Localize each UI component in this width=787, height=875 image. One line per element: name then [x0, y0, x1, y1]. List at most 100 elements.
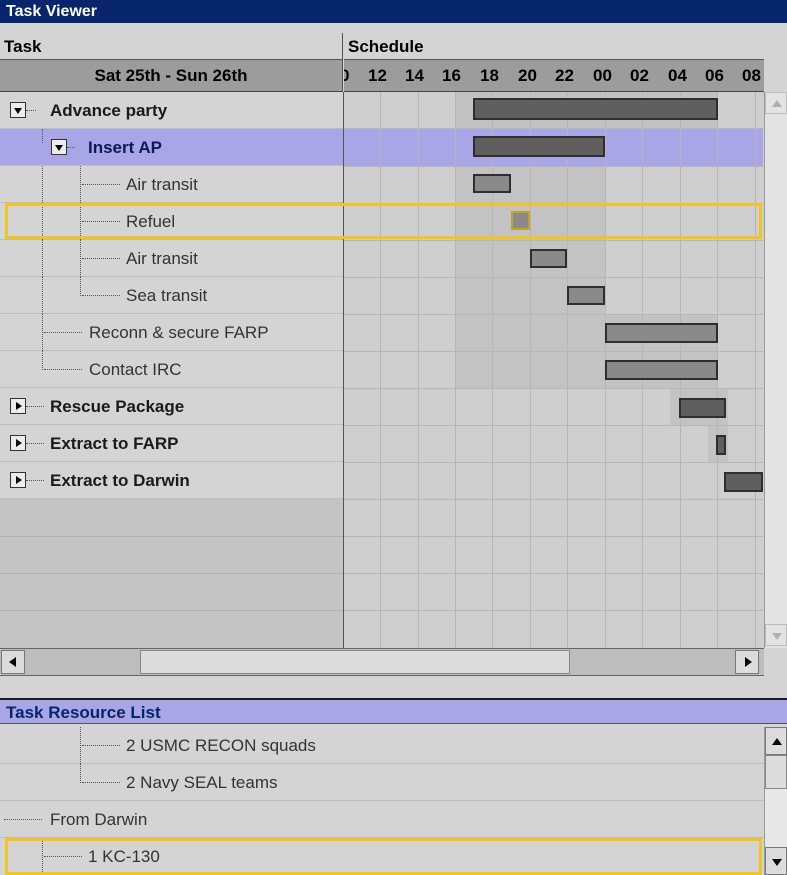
grid-line: [455, 92, 456, 648]
time-tick: 18: [480, 66, 499, 85]
scroll-down-button[interactable]: [765, 624, 787, 646]
time-tick: 14: [405, 66, 424, 85]
time-tick: 12: [368, 66, 387, 85]
task-row-contact-irc[interactable]: Contact IRC: [0, 351, 343, 388]
grid-hline: [344, 203, 763, 204]
tree-connector: [42, 240, 44, 277]
arrow-up-icon: [772, 738, 782, 745]
collapse-toggle[interactable]: [51, 139, 67, 155]
grid-line: [418, 92, 419, 648]
gantt-bar-refuel[interactable]: [511, 211, 530, 230]
task-row-refuel[interactable]: Refuel: [0, 203, 343, 240]
title-gap: [0, 23, 787, 33]
expand-toggle[interactable]: [10, 435, 26, 451]
task-row-reconn-secure-farp[interactable]: Reconn & secure FARP: [0, 314, 343, 351]
task-label: Advance party: [50, 101, 168, 120]
grid-hline: [344, 573, 763, 574]
task-label: Extract to FARP: [50, 434, 179, 453]
expand-toggle[interactable]: [10, 398, 26, 414]
tree-connector: [80, 764, 82, 783]
time-tick: 06: [705, 66, 724, 85]
scroll-up-button[interactable]: [765, 92, 787, 114]
chevron-down-icon: [14, 108, 22, 114]
gantt-bar-rescue-package[interactable]: [679, 398, 726, 418]
task-label: Refuel: [126, 212, 176, 231]
tree-connector: [82, 295, 120, 297]
resource-item[interactable]: From Darwin: [0, 801, 764, 838]
grid-line: [567, 92, 568, 648]
tree-connector: [67, 147, 75, 149]
time-tick: 02: [630, 66, 649, 85]
resource-item-selected[interactable]: 1 KC-130: [5, 838, 762, 875]
tree-connector: [42, 166, 44, 203]
resource-item[interactable]: 2 Navy SEAL teams: [0, 764, 764, 801]
tree-connector: [82, 221, 120, 223]
gantt-bar-insert-ap[interactable]: [473, 136, 605, 157]
vscroll-thumb[interactable]: [765, 755, 787, 789]
gantt-bar-sea-transit[interactable]: [567, 286, 605, 305]
gantt-bar-air-transit-2[interactable]: [530, 249, 567, 268]
resource-label: 2 Navy SEAL teams: [126, 773, 278, 792]
tree-connector: [44, 856, 82, 858]
time-tick: 22: [555, 66, 574, 85]
scroll-corner: [764, 648, 787, 676]
gantt-bar-reconn[interactable]: [605, 323, 718, 343]
arrow-up-icon: [772, 100, 782, 107]
collapse-toggle[interactable]: [10, 102, 26, 118]
tree-connector: [4, 819, 42, 821]
task-row-air-transit-2[interactable]: Air transit: [0, 240, 343, 277]
gantt-bar-advance-party[interactable]: [473, 98, 718, 120]
time-tick: 08: [742, 66, 761, 85]
scroll-up-button[interactable]: [765, 727, 787, 755]
time-tick: 00: [593, 66, 612, 85]
panel-gap: [0, 676, 787, 698]
grid-hline: [344, 499, 763, 500]
task-viewer-vscroll[interactable]: [764, 92, 787, 648]
arrow-down-icon: [772, 633, 782, 640]
resource-item[interactable]: 2 USMC RECON squads: [0, 727, 764, 764]
gantt-bar-contact-irc[interactable]: [605, 360, 718, 380]
task-label: Reconn & secure FARP: [89, 323, 269, 342]
window-title: Task Viewer: [0, 0, 787, 23]
resource-label: 2 USMC RECON squads: [126, 736, 316, 755]
task-row-advance-party[interactable]: Advance party: [0, 92, 343, 129]
date-range-header: Sat 25th - Sun 26th: [0, 60, 343, 92]
task-viewer-hscroll[interactable]: [0, 648, 764, 676]
scroll-right-button[interactable]: [735, 650, 759, 674]
chevron-right-icon: [16, 439, 22, 447]
tree-connector: [82, 782, 120, 784]
resource-list-vscroll[interactable]: [764, 727, 787, 875]
grid-hline: [344, 388, 763, 389]
task-row-insert-ap[interactable]: Insert AP: [0, 129, 343, 166]
grid-line: [380, 92, 381, 648]
resource-label: 1 KC-130: [88, 847, 160, 866]
grid-hline: [344, 425, 763, 426]
arrow-down-icon: [772, 859, 782, 866]
schedule-column-header[interactable]: Schedule: [344, 33, 764, 60]
chevron-down-icon: [55, 145, 63, 151]
tree-connector: [82, 745, 120, 747]
task-column-header[interactable]: Task: [0, 33, 343, 60]
task-row-extract-to-darwin[interactable]: Extract to Darwin: [0, 462, 343, 499]
task-row-rescue-package[interactable]: Rescue Package: [0, 388, 343, 425]
task-row-sea-transit[interactable]: Sea transit: [0, 277, 343, 314]
task-row-air-transit-1[interactable]: Air transit: [0, 166, 343, 203]
tree-connector: [80, 277, 82, 296]
time-tick: 20: [518, 66, 537, 85]
tree-connector: [26, 443, 44, 445]
time-tick: 04: [668, 66, 687, 85]
grid-hline: [344, 128, 763, 129]
grid-hline: [344, 277, 763, 278]
scroll-left-button[interactable]: [1, 650, 25, 674]
scroll-down-button[interactable]: [765, 847, 787, 875]
task-row-extract-to-farp[interactable]: Extract to FARP: [0, 425, 343, 462]
expand-toggle[interactable]: [10, 472, 26, 488]
tree-connector: [42, 277, 44, 314]
gantt-bar-extract-darwin[interactable]: [724, 472, 763, 492]
task-label: Contact IRC: [89, 360, 182, 379]
time-ticks-header: 0 12 14 16 18 20 22 00 02 04 06 08: [344, 60, 764, 92]
gantt-bar-extract-farp[interactable]: [716, 435, 726, 455]
gantt-bar-air-transit-1[interactable]: [473, 174, 511, 193]
hscroll-thumb[interactable]: [140, 650, 570, 674]
grid-hline: [344, 536, 763, 537]
